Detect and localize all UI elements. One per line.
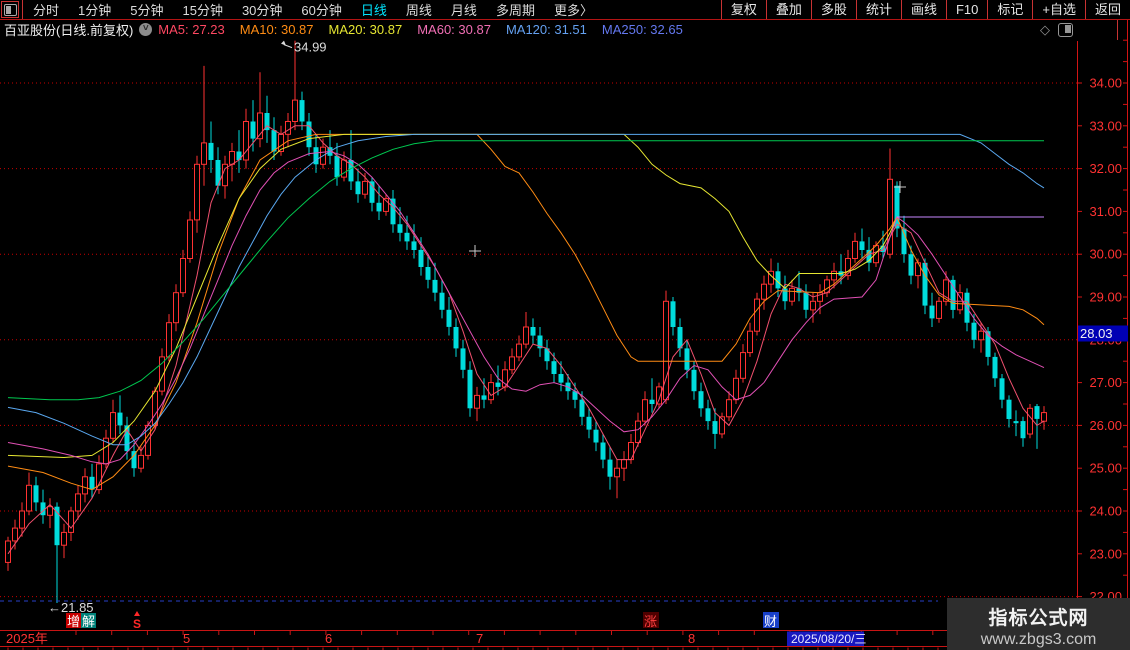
period-item[interactable]: 日线 [361, 0, 387, 19]
tool-item[interactable]: 标记 [987, 0, 1032, 19]
svg-text:解: 解 [82, 614, 95, 629]
period-item[interactable]: 周线 [406, 0, 432, 19]
svg-text:6: 6 [325, 631, 332, 646]
period-item[interactable]: 15分钟 [182, 0, 222, 19]
svg-text:34.99: 34.99 [294, 40, 327, 55]
tool-item[interactable]: 叠加 [765, 0, 811, 19]
watermark-title: 指标公式网 [988, 608, 1089, 629]
svg-text:29.00: 29.00 [1089, 290, 1122, 305]
tools-menu: 复权 叠加 多股 统计 画线 F10 标记 +自选 返回 [720, 0, 1130, 19]
toolbar-divider [22, 0, 23, 19]
svg-text:28.03: 28.03 [1080, 326, 1113, 341]
layout-toggle-button[interactable] [1, 1, 19, 18]
ma-legend: MA5: 27.23 MA10: 30.87 MA20: 30.87 MA60: 30… [158, 22, 698, 37]
diamond-icon[interactable]: ◇ [1040, 22, 1050, 38]
svg-text:24.00: 24.00 [1089, 504, 1122, 519]
svg-text:25.00: 25.00 [1089, 461, 1122, 476]
candlestick-chart[interactable]: 34.99 ←21.85 34.00 33.00 32.00 31.00 30.00 29.0… [0, 0, 1130, 650]
svg-text:23.00: 23.00 [1089, 546, 1122, 561]
period-item[interactable]: 月线 [451, 0, 477, 19]
watermark: 指标公式网 www.zbgs3.com [947, 598, 1130, 650]
period-item[interactable]: 1分钟 [78, 0, 111, 19]
svg-text:31.00: 31.00 [1089, 204, 1122, 219]
ma-label: MA60: 30.87 [417, 22, 491, 37]
chart-title-row: 百亚股份(日线.前复权) ˅ MA5: 27.23 MA10: 30.87 MA20… [0, 19, 1118, 40]
period-item[interactable]: 60分钟 [301, 0, 341, 19]
chart-title: 百亚股份(日线.前复权) [4, 23, 134, 38]
svg-text:32.00: 32.00 [1089, 161, 1122, 176]
tool-item[interactable]: 返回 [1084, 0, 1130, 19]
ma-label: MA20: 30.87 [328, 22, 403, 37]
svg-text:2025/08/20/三: 2025/08/20/三 [791, 632, 866, 646]
svg-text:5: 5 [183, 631, 190, 646]
tool-item[interactable]: 画线 [900, 0, 946, 19]
svg-text:26.00: 26.00 [1089, 418, 1122, 433]
tool-item[interactable]: F10 [945, 0, 987, 19]
ma-label: MA120: 31.51 [505, 22, 587, 37]
svg-text:S: S [133, 617, 141, 631]
tool-item[interactable]: +自选 [1032, 0, 1085, 19]
period-item[interactable]: 多周期 [496, 0, 535, 19]
period-item[interactable]: 30分钟 [242, 0, 282, 19]
panel-layout-icon [3, 3, 17, 16]
tool-item[interactable]: 多股 [810, 0, 856, 19]
svg-text:8: 8 [688, 631, 695, 646]
period-menu: 分时 1分钟 5分钟 15分钟 30分钟 60分钟 日线 周线 月线 多周期 更多〉 [33, 0, 612, 19]
top-toolbar: 分时 1分钟 5分钟 15分钟 30分钟 60分钟 日线 周线 月线 多周期 更多〉 复权 叠加 多股统… [0, 0, 1130, 20]
tool-item[interactable]: 复权 [720, 0, 766, 19]
svg-text:涨: 涨 [644, 614, 657, 629]
period-item[interactable]: 更多〉 [554, 0, 593, 19]
svg-text:←21.85: ←21.85 [48, 600, 94, 615]
tool-item[interactable]: 统计 [855, 0, 901, 19]
watermark-url: www.zbgs3.com [980, 631, 1097, 648]
chevron-down-icon[interactable]: ˅ [139, 23, 153, 36]
svg-text:增: 增 [67, 614, 80, 629]
period-item[interactable]: 分时 [33, 0, 59, 19]
svg-text:财: 财 [764, 614, 777, 629]
svg-text:2025年: 2025年 [6, 631, 48, 646]
title-row-icons: ◇ [1040, 22, 1073, 38]
svg-text:7: 7 [476, 631, 483, 646]
svg-text:27.00: 27.00 [1089, 375, 1122, 390]
svg-text:34.00: 34.00 [1089, 76, 1122, 91]
period-item[interactable]: 5分钟 [130, 0, 163, 19]
svg-text:33.00: 33.00 [1089, 118, 1122, 133]
ma-label: MA250: 32.65 [601, 22, 683, 37]
panel-icon[interactable] [1058, 22, 1073, 37]
ma-label: MA10: 30.87 [239, 22, 314, 37]
svg-text:30.00: 30.00 [1089, 247, 1122, 262]
ma-label: MA5: 27.23 [158, 22, 225, 37]
